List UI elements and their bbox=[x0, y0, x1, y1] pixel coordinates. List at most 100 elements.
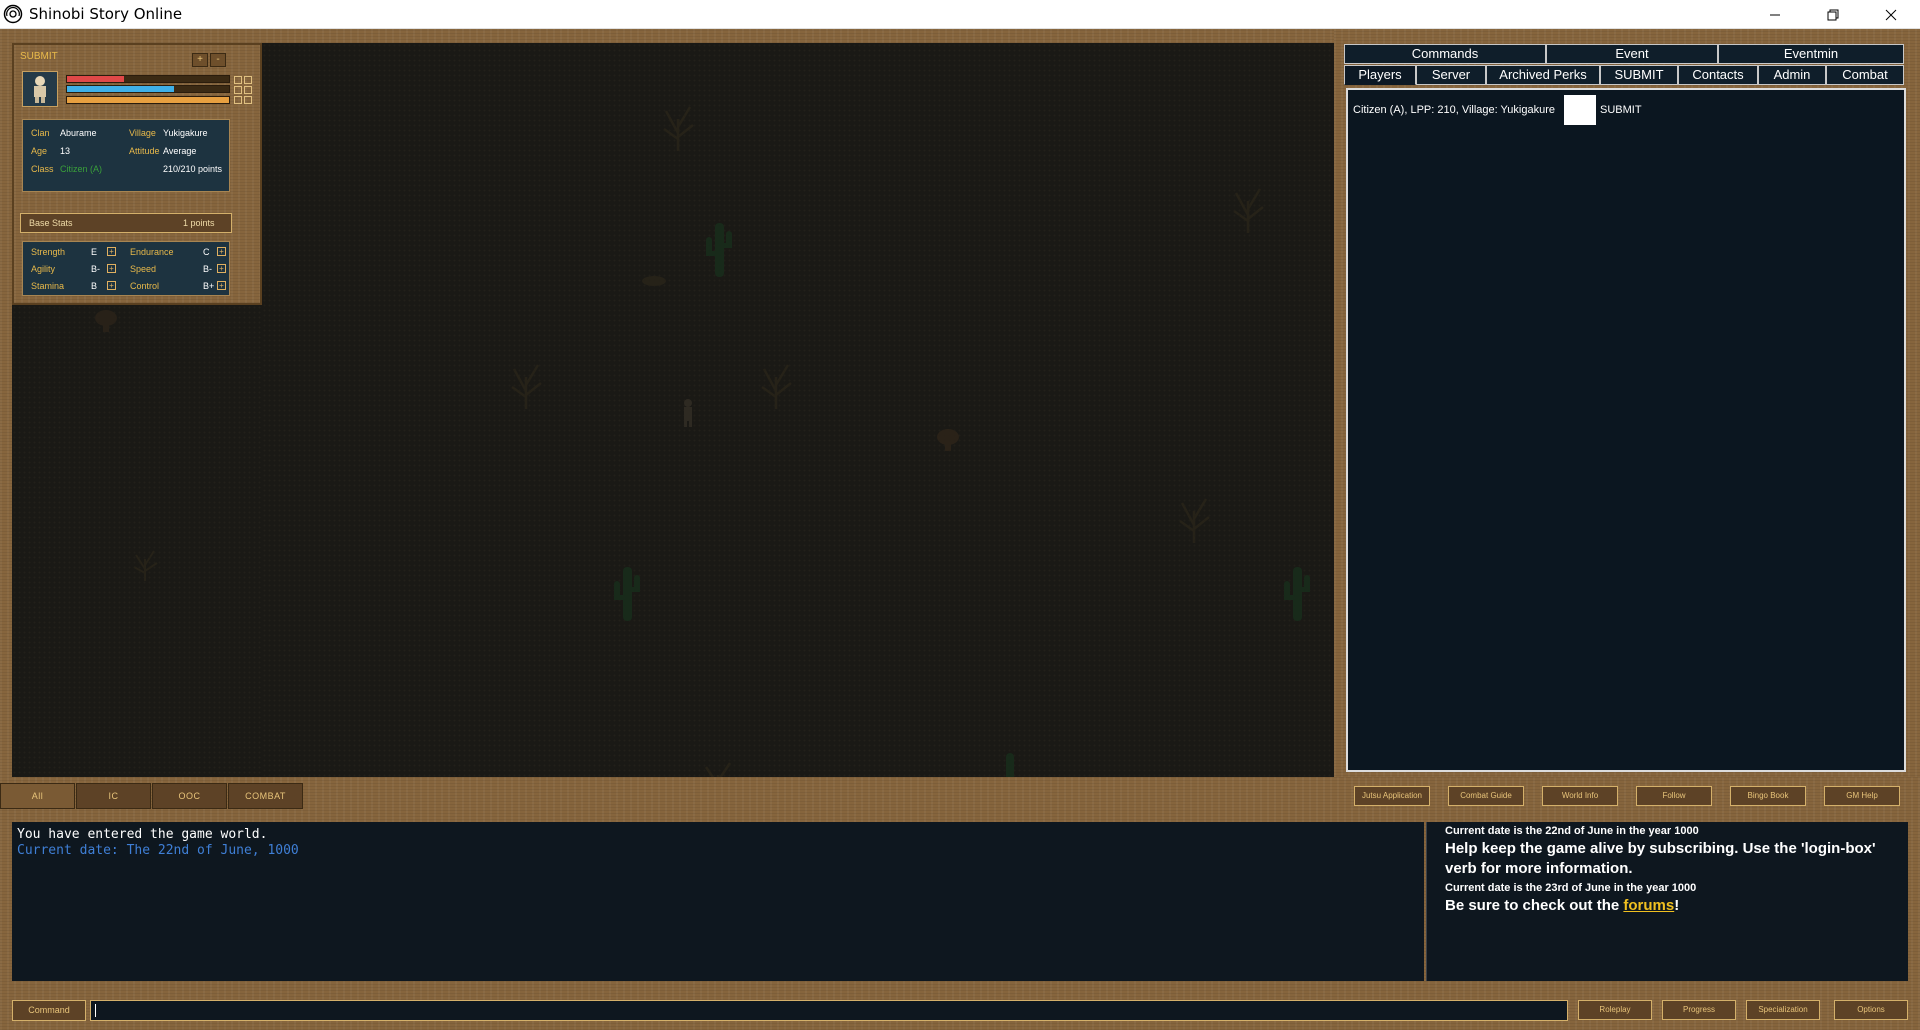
chat-toolbar: All IC OOC COMBAT Jutsu Application Comb… bbox=[0, 777, 1920, 811]
tab-contacts[interactable]: Contacts bbox=[1678, 65, 1758, 85]
follow-button[interactable]: Follow bbox=[1636, 786, 1712, 806]
clan-label: Clan bbox=[31, 128, 50, 138]
dead-bush-sprite bbox=[511, 364, 542, 409]
tab-admin[interactable]: Admin bbox=[1758, 65, 1826, 85]
bar-toggle[interactable] bbox=[234, 96, 242, 104]
attitude-value: Average bbox=[163, 146, 197, 156]
increase-speed-button[interactable]: + bbox=[217, 264, 226, 273]
jutsu-application-button[interactable]: Jutsu Application bbox=[1354, 786, 1430, 806]
cactus-sprite bbox=[1284, 567, 1310, 621]
base-stats-header: Base Stats 1 points bbox=[20, 213, 232, 233]
stat-label-speed: Speed bbox=[130, 264, 157, 274]
command-label: Command bbox=[12, 1000, 86, 1021]
cactus-sprite bbox=[706, 223, 732, 277]
tab-server[interactable]: Server bbox=[1416, 65, 1486, 85]
tab-event[interactable]: Event bbox=[1546, 44, 1718, 64]
player-character-sprite[interactable] bbox=[680, 397, 696, 427]
player-row[interactable]: Citizen (A), LPP: 210, Village: Yukigaku… bbox=[1353, 95, 1642, 125]
player-icon[interactable] bbox=[1564, 95, 1596, 125]
chat-line: Current date: The 22nd of June, 1000 bbox=[17, 843, 299, 858]
news-message-2-prefix: Be sure to check out the bbox=[1445, 897, 1624, 914]
village-value: Yukigakure bbox=[163, 128, 208, 138]
tab-eventmin[interactable]: Eventmin bbox=[1718, 44, 1904, 64]
combat-guide-button[interactable]: Combat Guide bbox=[1448, 786, 1524, 806]
character-stats-panel: SUBMIT + - Clan Aburame Village Yukigaku… bbox=[12, 43, 262, 305]
game-map[interactable] bbox=[262, 43, 1334, 797]
gm-help-button[interactable]: GM Help bbox=[1824, 786, 1900, 806]
progress-button[interactable]: Progress bbox=[1662, 1000, 1736, 1020]
tab-players[interactable]: Players bbox=[1344, 65, 1416, 85]
restore-button[interactable] bbox=[1804, 0, 1862, 29]
chat-line: You have entered the game world. bbox=[17, 827, 268, 842]
news-date-2: Current date is the 23rd of June in the … bbox=[1445, 882, 1697, 894]
character-portrait-icon bbox=[34, 76, 46, 103]
points-value: 210/210 points bbox=[163, 164, 223, 174]
chat-tab-ooc[interactable]: OOC bbox=[152, 783, 227, 809]
minimize-button[interactable] bbox=[1746, 0, 1804, 29]
roleplay-button[interactable]: Roleplay bbox=[1578, 1000, 1652, 1020]
title-bar: Shinobi Story Online bbox=[0, 0, 1920, 29]
collapse-button[interactable]: - bbox=[210, 53, 226, 67]
bar-toggle[interactable] bbox=[244, 96, 252, 104]
character-info-box: Clan Aburame Village Yukigakure Age 13 A… bbox=[22, 119, 230, 192]
increase-agility-button[interactable]: + bbox=[107, 264, 116, 273]
stat-grade-strength: E bbox=[91, 247, 98, 257]
bingo-book-button[interactable]: Bingo Book bbox=[1730, 786, 1806, 806]
tab-commands[interactable]: Commands bbox=[1344, 44, 1546, 64]
age-value: 13 bbox=[60, 146, 71, 156]
command-bar: Command Roleplay Progress Specialization… bbox=[0, 995, 1920, 1030]
player-submit-label[interactable]: SUBMIT bbox=[1600, 104, 1642, 116]
village-label: Village bbox=[129, 128, 156, 138]
stat-grade-speed: B- bbox=[203, 264, 212, 274]
bar-toggle[interactable] bbox=[234, 76, 242, 84]
dead-bush-sprite bbox=[1233, 188, 1264, 233]
command-input[interactable] bbox=[90, 1000, 1568, 1021]
chat-tab-combat[interactable]: COMBAT bbox=[228, 783, 303, 809]
tab-submit[interactable]: SUBMIT bbox=[1600, 65, 1678, 85]
player-info-text: Citizen (A), LPP: 210, Village: Yukigaku… bbox=[1353, 104, 1555, 116]
dead-bush-sprite bbox=[761, 364, 792, 409]
chat-tab-all[interactable]: All bbox=[0, 783, 75, 809]
class-label: Class bbox=[31, 164, 54, 174]
forums-link[interactable]: forums bbox=[1623, 897, 1674, 914]
mushroom-sprite bbox=[937, 429, 959, 451]
bar-toggle[interactable] bbox=[234, 86, 242, 94]
world-info-button[interactable]: World Info bbox=[1542, 786, 1618, 806]
stat-label-stamina: Stamina bbox=[31, 281, 65, 291]
class-value: Citizen (A) bbox=[60, 164, 103, 174]
tab-combat[interactable]: Combat bbox=[1826, 65, 1904, 85]
increase-stamina-button[interactable]: + bbox=[107, 281, 116, 290]
base-stats-points: 1 points bbox=[183, 218, 215, 228]
chat-output[interactable]: You have entered the game world. Current… bbox=[12, 822, 1424, 981]
health-bar bbox=[66, 75, 230, 83]
options-button[interactable]: Options bbox=[1834, 1000, 1908, 1020]
restore-icon bbox=[1827, 9, 1839, 20]
specialization-button[interactable]: Specialization bbox=[1746, 1000, 1820, 1020]
dead-bush-sprite bbox=[133, 550, 158, 581]
cactus-sprite bbox=[614, 567, 640, 621]
stamina-bar bbox=[66, 96, 230, 104]
close-icon bbox=[1885, 9, 1897, 20]
increase-control-button[interactable]: + bbox=[217, 281, 226, 290]
mushroom-sprite bbox=[95, 310, 117, 332]
increase-endurance-button[interactable]: + bbox=[217, 247, 226, 256]
bar-toggle[interactable] bbox=[244, 86, 252, 94]
tab-archived-perks[interactable]: Archived Perks bbox=[1486, 65, 1600, 85]
bar-toggle[interactable] bbox=[244, 76, 252, 84]
increase-strength-button[interactable]: + bbox=[107, 247, 116, 256]
avatar[interactable] bbox=[22, 71, 58, 107]
news-message-2-suffix: ! bbox=[1674, 897, 1680, 914]
news-output[interactable]: Current date is the 22nd of June in the … bbox=[1426, 822, 1908, 981]
game-client: SUBMIT + - Clan Aburame Village Yukigaku… bbox=[0, 29, 1920, 1030]
stat-grade-agility: B- bbox=[91, 264, 100, 274]
game-map-left[interactable] bbox=[12, 305, 262, 797]
news-date-1: Current date is the 22nd of June in the … bbox=[1445, 825, 1699, 837]
stat-grade-control: B+ bbox=[203, 281, 215, 291]
chat-tab-ic[interactable]: IC bbox=[76, 783, 151, 809]
close-button[interactable] bbox=[1862, 0, 1920, 29]
stats-panel-header: SUBMIT bbox=[20, 51, 58, 62]
app-icon bbox=[3, 4, 23, 24]
info-panel: Commands Event Eventmin Players Server A… bbox=[1334, 29, 1920, 797]
stat-grade-endurance: C bbox=[203, 247, 210, 257]
expand-button[interactable]: + bbox=[192, 53, 208, 67]
